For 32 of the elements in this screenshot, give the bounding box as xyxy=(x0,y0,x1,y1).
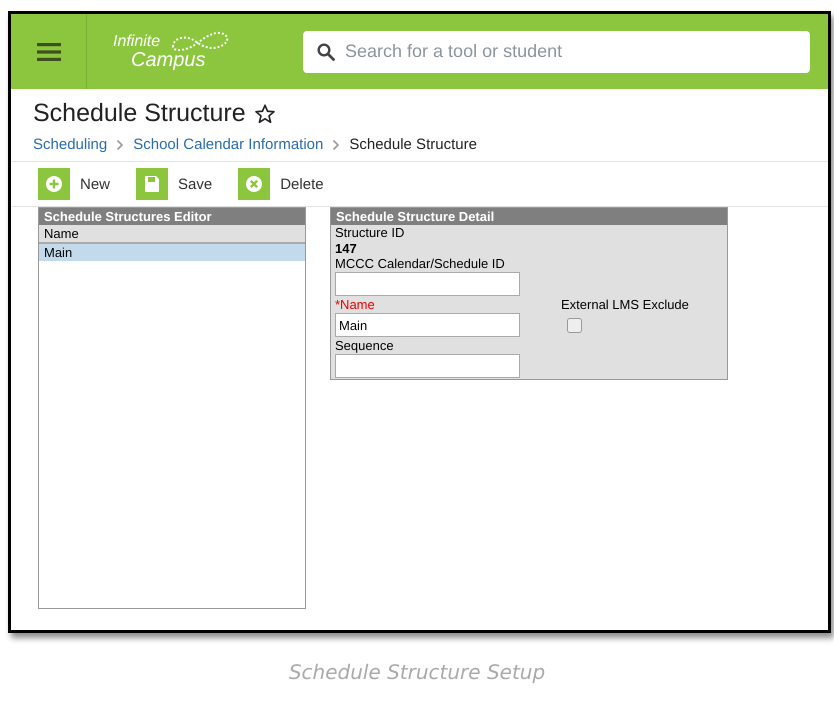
toolbar-button[interactable]: Save xyxy=(136,168,212,200)
chevron-icon xyxy=(116,138,124,150)
logo-text: Campus xyxy=(131,48,206,72)
field-label: MCCC Calendar/Schedule ID xyxy=(335,256,506,272)
search-icon xyxy=(317,42,335,60)
input-field[interactable] xyxy=(335,354,520,378)
list-row[interactable]: Main xyxy=(39,244,305,261)
chevron-icon xyxy=(332,138,340,150)
input-field[interactable]: Main xyxy=(335,313,520,337)
field-label: *Name xyxy=(335,297,376,313)
column-header: Name xyxy=(39,225,305,244)
search-field[interactable]: Search for a tool or student xyxy=(303,30,810,72)
field-label: Structure ID xyxy=(335,225,406,241)
toolbar-button[interactable]: New xyxy=(38,168,110,200)
field-label: External LMS Exclude xyxy=(561,297,689,313)
page-title: Schedule Structure xyxy=(33,99,246,128)
toolbar-button[interactable]: Delete xyxy=(238,168,324,200)
input-field[interactable] xyxy=(335,272,520,296)
checkbox[interactable] xyxy=(567,318,582,333)
menu-icon[interactable] xyxy=(36,42,60,62)
breadcrumb-link[interactable]: Scheduling xyxy=(33,136,108,153)
field-label: Sequence xyxy=(335,338,395,354)
logo-text: Infinite xyxy=(113,32,160,50)
star-icon[interactable] xyxy=(254,102,276,124)
field-value: 147 xyxy=(335,241,358,256)
plus-icon xyxy=(45,175,63,193)
breadcrumb-link[interactable]: School Calendar Information xyxy=(133,136,324,153)
panel-title: Schedule Structures Editor xyxy=(39,208,305,225)
close-icon xyxy=(245,175,264,193)
image-caption: Schedule Structure Setup xyxy=(288,660,546,684)
panel-title: Schedule Structure Detail xyxy=(331,208,727,225)
breadcrumb-current: Schedule Structure xyxy=(349,136,477,153)
